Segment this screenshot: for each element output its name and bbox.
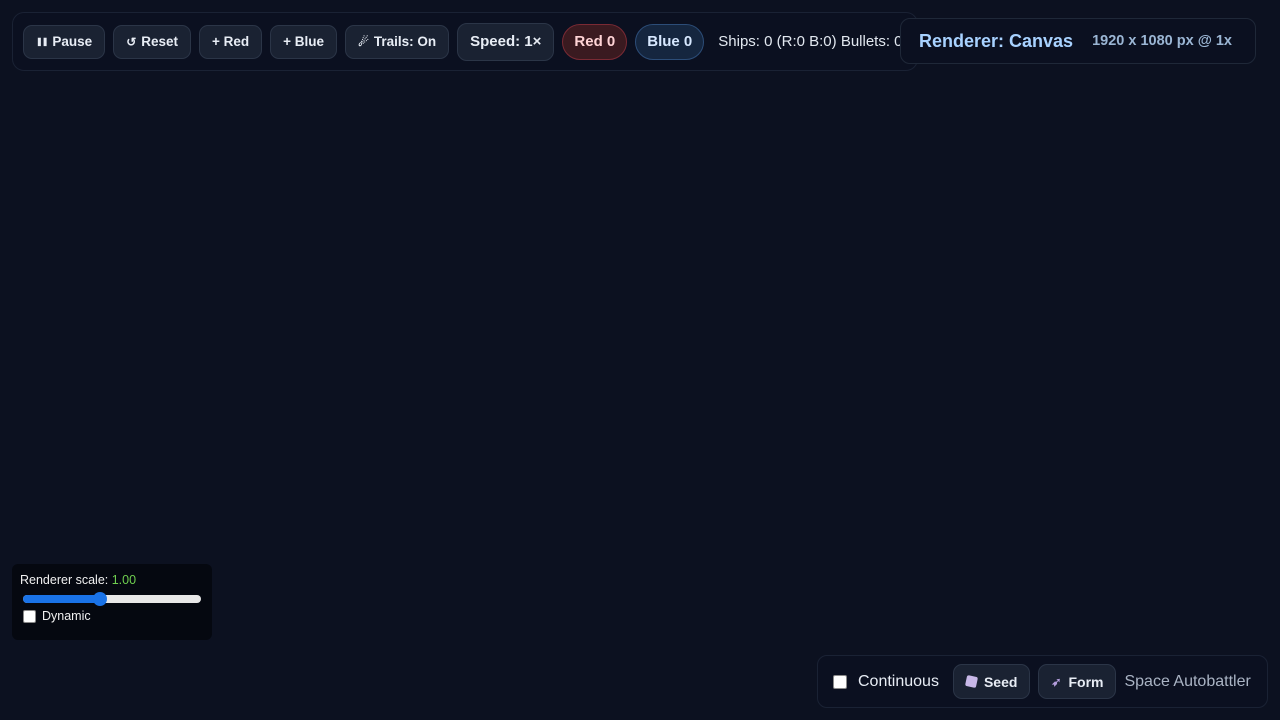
slider-thumb[interactable] — [92, 592, 107, 606]
pause-button[interactable]: ❚❚ Pause — [23, 24, 106, 59]
renderer-resolution: 1920 x 1080 px @ 1x — [1092, 33, 1232, 49]
stats-text: Ships: 0 (R:0 B:0) Bullets: 0 — [718, 33, 903, 50]
seed-label: Seed — [983, 673, 1018, 690]
renderer-scale-panel: Renderer scale: 1.00 Dynamic — [12, 564, 212, 640]
pause-label: Pause — [52, 34, 93, 49]
blue-score-badge: Blue 0 — [635, 23, 705, 60]
add-blue-button[interactable]: + Blue — [270, 24, 338, 59]
reset-icon: ↺ — [126, 34, 137, 49]
form-label: Form — [1068, 673, 1104, 690]
speed-label: Speed: 1× — [470, 33, 542, 50]
continuous-checkbox[interactable] — [833, 674, 847, 689]
comet-icon: ☄ — [358, 34, 369, 49]
dynamic-checkbox[interactable] — [23, 609, 36, 623]
top-toolbar: ❚❚ Pause ↺ Reset + Red + Blue ☄ Trails: … — [12, 12, 918, 71]
renderer-scale-slider[interactable] — [23, 592, 201, 606]
dynamic-label: Dynamic — [42, 609, 91, 623]
renderer-scale-label: Renderer scale: — [20, 573, 112, 587]
renderer-scale-value: 1.00 — [111, 573, 137, 587]
add-red-button[interactable]: + Red — [199, 24, 263, 59]
app-brand: Space Autobattler — [1124, 672, 1251, 690]
rocket-icon: ➶ — [1051, 674, 1062, 689]
renderer-info-panel: Renderer: Canvas 1920 x 1080 px @ 1x — [900, 18, 1256, 64]
slider-fill — [23, 595, 100, 603]
dynamic-row: Dynamic — [23, 609, 204, 623]
renderer-scale-row: Renderer scale: 1.00 — [20, 573, 204, 587]
reset-label: Reset — [141, 34, 179, 49]
speed-button[interactable]: Speed: 1× — [457, 22, 555, 61]
renderer-title: Renderer: Canvas — [919, 30, 1074, 51]
form-button[interactable]: ➶ Form — [1038, 664, 1117, 699]
seed-button[interactable]: Seed — [952, 664, 1031, 699]
continuous-toggle[interactable]: Continuous — [833, 673, 939, 691]
add-red-label: + Red — [212, 34, 250, 49]
continuous-label: Continuous — [858, 672, 939, 690]
bottom-bar: Continuous Seed ➶ Form Space Autobattler — [817, 655, 1268, 708]
trails-label: Trails: On — [373, 34, 437, 49]
add-blue-label: + Blue — [283, 34, 325, 49]
red-score-badge: Red 0 — [562, 23, 628, 60]
trails-toggle-button[interactable]: ☄ Trails: On — [345, 24, 450, 59]
pause-icon: ❚❚ — [36, 37, 48, 46]
reset-button[interactable]: ↺ Reset — [113, 24, 192, 59]
dice-icon — [964, 674, 978, 689]
